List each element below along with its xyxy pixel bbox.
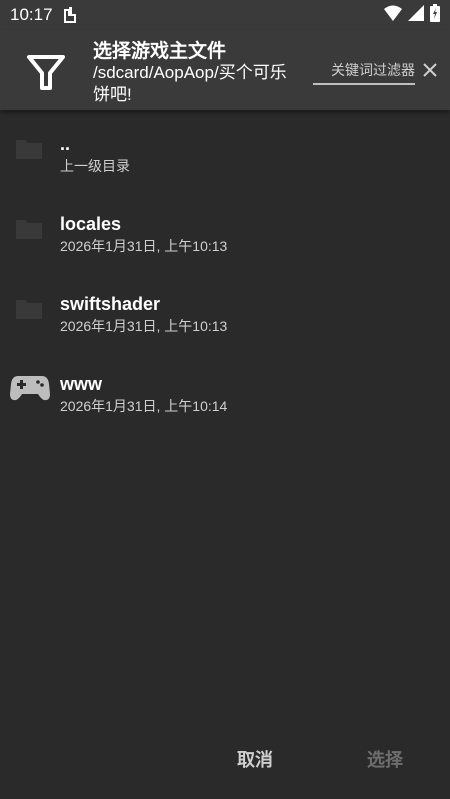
status-bar: 10:17 [0,0,450,30]
file-subtitle: 上一级目录 [60,158,130,174]
file-list: .. 上一级目录 locales 2026年1月31日, 上午10:13 swi… [0,110,450,430]
current-path: /sdcard/AopAop/买个可乐饼吧! [93,63,287,104]
folder-icon [14,136,48,170]
status-time: 10:17 [10,5,53,24]
keyword-filter[interactable] [313,59,415,85]
file-name: swiftshader [60,294,161,314]
file-date: 2026年1月31日, 上午10:14 [60,398,228,414]
dialog-footer: 取消 选择 [0,730,450,790]
wifi-icon [384,5,402,26]
keyword-filter-input[interactable] [313,59,415,81]
select-button[interactable]: 选择 [367,746,403,772]
file-name: .. [60,134,71,154]
status-icons [384,3,440,27]
bug-icon [61,6,79,24]
folder-icon [14,296,48,330]
file-item-locales[interactable]: locales 2026年1月31日, 上午10:13 [0,190,450,270]
file-name: locales [60,214,122,234]
file-item-www[interactable]: www 2026年1月31日, 上午10:14 [0,350,450,430]
folder-icon [14,216,48,250]
header: 选择游戏主文件 /sdcard/AopAop/买个可乐饼吧! [0,30,450,110]
close-icon[interactable] [423,63,437,77]
file-item-swiftshader[interactable]: swiftshader 2026年1月31日, 上午10:13 [0,270,450,350]
signal-icon [408,4,424,26]
cancel-button[interactable]: 取消 [237,746,273,772]
file-item-parent[interactable]: .. 上一级目录 [0,110,450,190]
page-title: 选择游戏主文件 [93,41,227,62]
battery-icon [430,3,440,27]
file-date: 2026年1月31日, 上午10:13 [60,238,228,254]
file-date: 2026年1月31日, 上午10:13 [60,318,228,334]
gamepad-icon [10,372,50,406]
filter-icon[interactable] [25,51,67,93]
file-name: www [60,374,103,394]
